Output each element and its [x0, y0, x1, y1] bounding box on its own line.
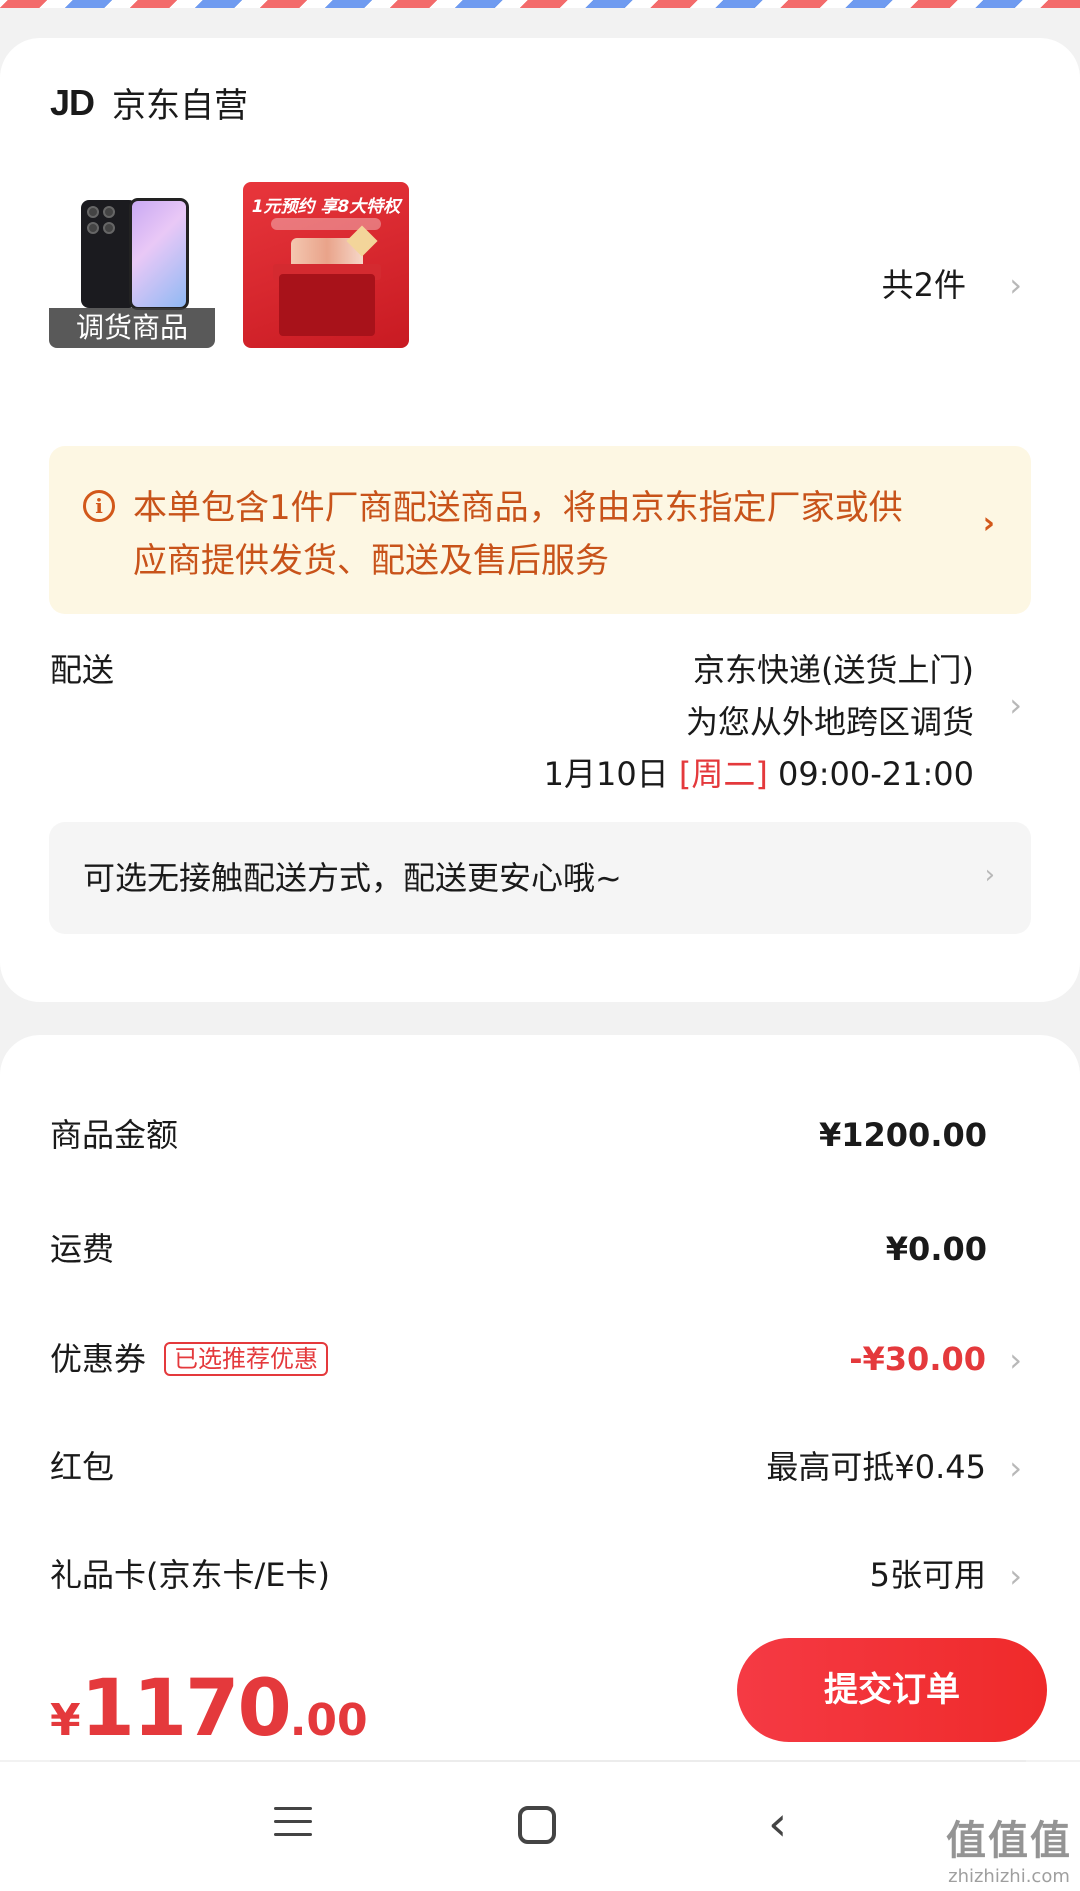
shop-header: JD 京东自营: [50, 78, 248, 127]
delivery-label: 配送: [50, 651, 115, 689]
price-card: 商品金额 ¥1200.00 运费 ¥0.00 优惠券 已选推荐优惠 -¥30.0…: [0, 1035, 1080, 1635]
airmail-border-stripe: [0, 0, 1080, 8]
chevron-right-icon: ›: [984, 860, 995, 890]
price-row-giftcard[interactable]: 礼品卡(京东卡/E卡) 5张可用 ›: [0, 1545, 1080, 1605]
total-currency: ¥: [50, 1695, 81, 1746]
checkout-bar: ¥ 1170 .00 提交订单: [0, 1620, 1080, 1760]
coupon-value: -¥30.00: [849, 1340, 986, 1378]
chevron-right-icon: ›: [1009, 1557, 1022, 1595]
product-thumbnail-phone[interactable]: 调货商品: [49, 182, 215, 348]
menu-icon[interactable]: [274, 1807, 312, 1837]
chevron-right-icon: ›: [1009, 1449, 1022, 1487]
chevron-right-icon: ›: [982, 506, 995, 541]
system-nav-bar: ‹: [0, 1762, 1080, 1891]
shipping-label: 运费: [50, 1230, 115, 1268]
total-integer: 1170: [80, 1664, 292, 1754]
shop-name: 京东自营: [112, 86, 249, 126]
watermark-logo: 值值值: [946, 1818, 1072, 1864]
gift-box-promo-image: [279, 274, 375, 336]
home-icon[interactable]: [518, 1806, 556, 1844]
red-packet-value: 最高可抵¥0.45: [766, 1448, 986, 1486]
delivery-weekday: [周二]: [678, 755, 768, 793]
goods-amount-label: 商品金额: [50, 1116, 179, 1154]
contactless-text: 可选无接触配送方式，配送更安心哦~: [83, 859, 622, 897]
recommended-coupon-tag: 已选推荐优惠: [164, 1342, 329, 1376]
transfer-goods-tag: 调货商品: [49, 308, 215, 348]
info-icon: i: [83, 490, 115, 522]
watermark: 值值值 zhizhizhi.com: [946, 1808, 1072, 1887]
delivery-date: 1月10日: [543, 755, 669, 793]
vendor-delivery-notice[interactable]: i 本单包含1件厂商配送商品，将由京东指定厂家或供应商提供发货、配送及售后服务 …: [49, 446, 1031, 614]
chevron-right-icon[interactable]: ›: [1009, 266, 1022, 304]
shipping-value: ¥0.00: [885, 1230, 987, 1268]
gift-card-value: 5张可用: [869, 1556, 986, 1594]
product-thumbnail-gift[interactable]: 1元预约 享8大特权: [243, 182, 409, 348]
chevron-right-icon: ›: [1009, 1341, 1022, 1379]
phone-screen-image: [129, 198, 189, 310]
notice-text: 本单包含1件厂商配送商品，将由京东指定厂家或供应商提供发货、配送及售后服务: [133, 488, 903, 581]
price-row-redpacket[interactable]: 红包 最高可抵¥0.45 ›: [0, 1437, 1080, 1497]
price-row-coupon[interactable]: 优惠券 已选推荐优惠 -¥30.00 ›: [0, 1329, 1080, 1389]
goods-amount-value: ¥1200.00: [818, 1116, 987, 1154]
coupon-label: 优惠券: [50, 1340, 147, 1378]
price-row-shipping: 运费 ¥0.00: [0, 1219, 1080, 1279]
delivery-time: 1月10日 [周二] 09:00-21:00: [544, 748, 974, 800]
red-packet-label: 红包: [50, 1448, 115, 1486]
shop-card: JD 京东自营 调货商品 1元预约 享8大特权 共2件 › i 本单包含1件厂商…: [0, 38, 1080, 1002]
submit-order-button[interactable]: 提交订单: [737, 1638, 1047, 1742]
gift-card-label: 礼品卡(京东卡/E卡): [50, 1556, 330, 1594]
delivery-info[interactable]: 京东快递(送货上门) 为您从外地跨区调货 1月10日 [周二] 09:00-21…: [544, 644, 974, 800]
jd-logo: JD: [50, 81, 95, 123]
delivery-note: 为您从外地跨区调货: [685, 703, 974, 741]
item-count[interactable]: 共2件: [882, 260, 966, 306]
contactless-delivery-option[interactable]: 可选无接触配送方式，配送更安心哦~ ›: [49, 822, 1031, 934]
back-icon[interactable]: ‹: [768, 1796, 787, 1852]
chevron-right-icon[interactable]: ›: [1009, 686, 1022, 724]
price-row-goods: 商品金额 ¥1200.00: [0, 1105, 1080, 1165]
coupon-label-group: 优惠券 已选推荐优惠: [50, 1329, 329, 1389]
delivery-time-range: 09:00-21:00: [778, 755, 974, 793]
total-decimal: .00: [289, 1695, 368, 1746]
delivery-method: 京东快递(送货上门): [693, 651, 974, 689]
watermark-url: zhizhizhi.com: [948, 1866, 1070, 1887]
total-price: ¥ 1170 .00: [50, 1664, 368, 1754]
gift-promo-title: 1元预约 享8大特权: [251, 197, 401, 217]
